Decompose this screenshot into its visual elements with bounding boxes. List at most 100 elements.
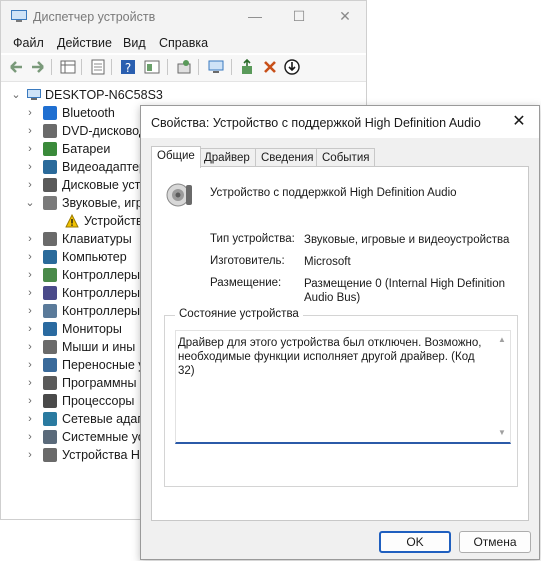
device-category-icon <box>43 124 57 138</box>
tree-item-label: Мониторы <box>62 322 122 336</box>
chevron-down-icon[interactable]: ⌄ <box>11 86 21 104</box>
dialog-close-button[interactable]: ✕ <box>507 111 531 133</box>
device-category-icon <box>43 358 57 372</box>
toolbar: ? <box>1 55 366 82</box>
tab-general[interactable]: Общие <box>151 146 201 168</box>
panel-icon[interactable] <box>143 58 161 76</box>
menu-file[interactable]: Файл <box>13 36 44 50</box>
chevron-right-icon[interactable]: › <box>25 122 35 140</box>
titlebar: Диспетчер устройств — ☐ ✕ <box>1 1 366 33</box>
uninstall-icon[interactable] <box>261 58 279 76</box>
device-status-textbox[interactable]: Драйвер для этого устройства был отключе… <box>175 330 511 444</box>
device-category-icon <box>43 250 57 264</box>
scan-hardware-icon[interactable] <box>175 58 193 76</box>
toolbar-separator <box>167 59 168 75</box>
speaker-icon <box>166 183 192 207</box>
computer-icon <box>27 89 41 100</box>
svg-text:?: ? <box>125 61 131 75</box>
chevron-right-icon[interactable]: › <box>25 356 35 374</box>
chevron-right-icon[interactable]: › <box>25 374 35 392</box>
chevron-right-icon[interactable]: › <box>25 302 35 320</box>
back-icon[interactable] <box>7 58 25 76</box>
tree-item-label: Клавиатуры <box>62 232 132 246</box>
tree-item-label: Программны <box>62 376 137 390</box>
tree-item-label: Мыши и ины <box>62 340 136 354</box>
manufacturer-value: Microsoft <box>304 256 351 268</box>
device-category-icon <box>43 160 57 174</box>
chevron-right-icon[interactable]: › <box>25 248 35 266</box>
chevron-right-icon[interactable]: › <box>25 410 35 428</box>
device-category-icon <box>43 322 57 336</box>
dialog-titlebar: Свойства: Устройство с поддержкой High D… <box>141 106 539 138</box>
device-category-icon <box>43 196 57 210</box>
menu-help[interactable]: Справка <box>159 36 208 50</box>
chevron-down-icon[interactable]: ⌄ <box>25 194 35 212</box>
tree-item-label: Компьютер <box>62 250 127 264</box>
device-category-icon <box>43 430 57 444</box>
chevron-right-icon[interactable]: › <box>25 104 35 122</box>
device-status-group: Состояние устройства Драйвер для этого у… <box>164 308 518 487</box>
close-button[interactable]: ✕ <box>331 5 359 27</box>
chevron-right-icon[interactable]: › <box>25 140 35 158</box>
warning-icon <box>65 214 79 228</box>
monitor-icon[interactable] <box>207 58 225 76</box>
download-icon[interactable] <box>283 58 301 76</box>
device-type-value: Звуковые, игровые и видеоустройства <box>304 234 510 246</box>
device-category-icon <box>43 106 57 120</box>
chevron-right-icon[interactable]: › <box>25 176 35 194</box>
device-category-icon <box>43 304 57 318</box>
location-value: Размещение 0 (Internal High Definition A… <box>304 278 505 304</box>
toolbar-separator <box>198 59 199 75</box>
scroll-down-icon[interactable]: ▼ <box>497 428 507 438</box>
general-tab-panel: Устройство с поддержкой High Definition … <box>151 166 529 521</box>
chevron-right-icon[interactable]: › <box>25 338 35 356</box>
tree-item-label: Дисковые устр <box>62 178 148 192</box>
tree-item-label: Батареи <box>62 142 111 156</box>
tree-item-label: Процессоры <box>62 394 135 408</box>
menu-action[interactable]: Действие <box>57 36 112 50</box>
tab-details[interactable]: Сведения <box>255 148 320 167</box>
ok-button[interactable]: OK <box>379 531 451 553</box>
tree-item-label: Контроллеры <box>62 286 140 300</box>
device-category-icon <box>43 286 57 300</box>
tree-item-label: Контроллеры <box>62 304 140 318</box>
location-label: Размещение: <box>210 277 282 289</box>
scroll-up-icon[interactable]: ▲ <box>497 335 507 345</box>
update-driver-icon[interactable] <box>239 58 257 76</box>
minimize-button[interactable]: — <box>241 5 269 27</box>
chevron-right-icon[interactable]: › <box>25 266 35 284</box>
toolbar-separator <box>231 59 232 75</box>
window-title: Диспетчер устройств <box>33 10 156 24</box>
device-type-label: Тип устройства: <box>210 233 295 245</box>
device-category-icon <box>43 394 57 408</box>
tab-driver[interactable]: Драйвер <box>198 148 256 167</box>
device-category-icon <box>43 178 57 192</box>
chevron-right-icon[interactable]: › <box>25 428 35 446</box>
chevron-right-icon[interactable]: › <box>25 230 35 248</box>
chevron-right-icon[interactable]: › <box>25 158 35 176</box>
toolbar-separator <box>111 59 112 75</box>
tree-item-label: Контроллеры <box>62 268 140 282</box>
doc-icon[interactable] <box>89 58 107 76</box>
chevron-right-icon[interactable]: › <box>25 446 35 464</box>
tree-root-label: DESKTOP-N6C58S3 <box>45 88 163 102</box>
device-category-icon <box>43 340 57 354</box>
cancel-button[interactable]: Отмена <box>459 531 531 553</box>
device-manager-icon <box>11 10 27 22</box>
menu-view[interactable]: Вид <box>123 36 146 50</box>
device-category-icon <box>43 412 57 426</box>
chevron-right-icon[interactable]: › <box>25 392 35 410</box>
device-category-icon <box>43 142 57 156</box>
forward-icon[interactable] <box>29 58 47 76</box>
tree-item-label: Устройства HI <box>62 448 144 462</box>
chevron-right-icon[interactable]: › <box>25 320 35 338</box>
tree-item-label: Видеоадаптер <box>62 160 146 174</box>
properties-dialog: Свойства: Устройство с поддержкой High D… <box>140 105 540 560</box>
toolbar-separator <box>81 59 82 75</box>
device-category-icon <box>43 448 57 462</box>
properties-grid-icon[interactable] <box>59 58 77 76</box>
help-icon[interactable]: ? <box>119 58 137 76</box>
maximize-button[interactable]: ☐ <box>285 5 313 27</box>
chevron-right-icon[interactable]: › <box>25 284 35 302</box>
tab-events[interactable]: События <box>316 148 376 167</box>
